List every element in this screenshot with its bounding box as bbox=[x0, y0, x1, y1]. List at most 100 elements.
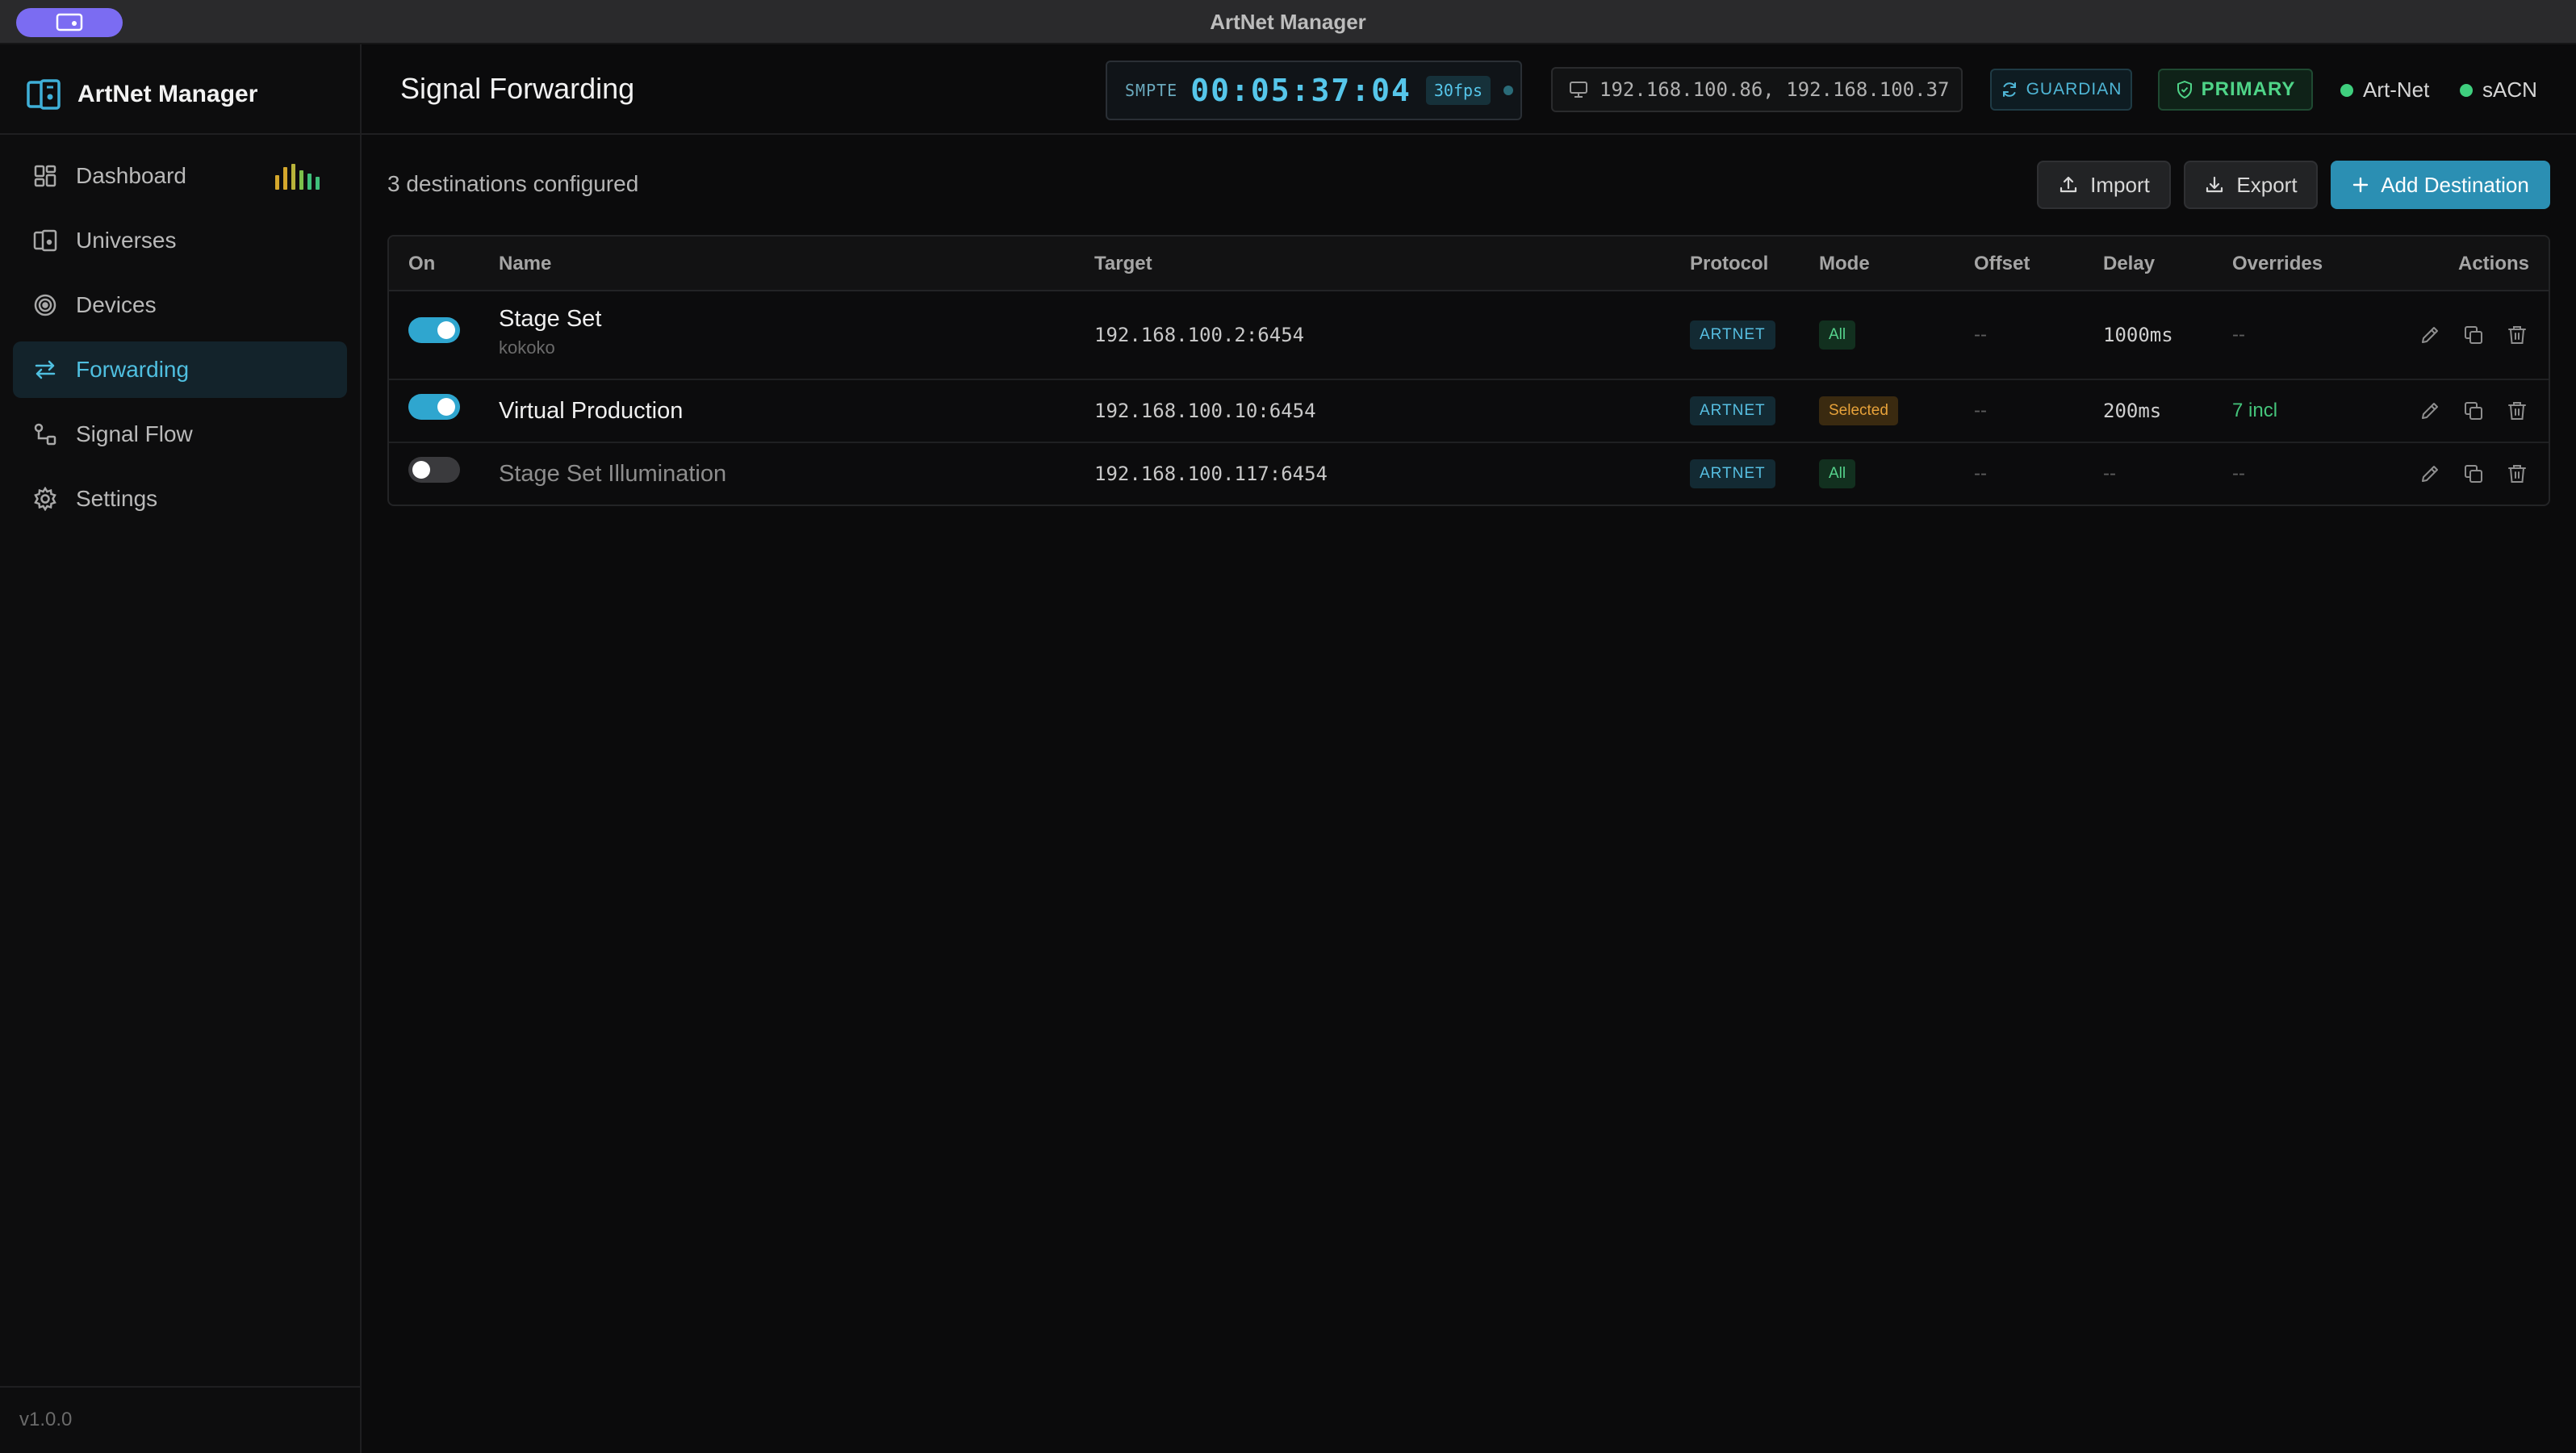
divider bbox=[0, 1386, 360, 1388]
status-dot bbox=[2340, 83, 2353, 97]
delay-value: 200ms bbox=[2103, 400, 2162, 422]
overrides-cell: -- bbox=[2232, 291, 2245, 379]
column-header-mode[interactable]: Mode bbox=[1819, 237, 1870, 291]
overrides-value: -- bbox=[2232, 463, 2245, 484]
edit-icon[interactable] bbox=[2418, 399, 2442, 423]
offset-cell: -- bbox=[1974, 443, 1987, 505]
universes-icon bbox=[32, 228, 58, 253]
guardian-label: GUARDIAN bbox=[2026, 80, 2122, 98]
table-header: On Name Target Protocol Mode Offset Dela… bbox=[389, 237, 2549, 291]
timecode-status-dot bbox=[1503, 86, 1514, 95]
page-header: Signal Forwarding SMPTE 00:05:37:04 30fp… bbox=[362, 44, 2576, 135]
sidebar-item-label: Settings bbox=[76, 486, 158, 511]
enable-toggle[interactable] bbox=[408, 394, 460, 420]
network-interfaces[interactable]: 192.168.100.86, 192.168.100.37 bbox=[1551, 67, 1963, 112]
table-row[interactable]: Stage Set Illumination 192.168.100.117:6… bbox=[389, 443, 2549, 505]
duplicate-icon[interactable] bbox=[2461, 399, 2486, 423]
offset-cell: -- bbox=[1974, 291, 1987, 379]
export-label: Export bbox=[2236, 172, 2298, 197]
column-header-target[interactable]: Target bbox=[1094, 237, 1152, 291]
delay-cell: 200ms bbox=[2103, 380, 2161, 442]
plus-icon bbox=[2353, 177, 2369, 193]
column-header-on[interactable]: On bbox=[408, 237, 435, 291]
mode-badge: All bbox=[1819, 320, 1856, 350]
primary-label: PRIMARY bbox=[2201, 78, 2296, 100]
table-row[interactable]: Virtual Production 192.168.100.10:6454 A… bbox=[389, 380, 2549, 443]
duplicate-icon[interactable] bbox=[2461, 462, 2486, 486]
column-header-name[interactable]: Name bbox=[499, 237, 551, 291]
column-header-offset[interactable]: Offset bbox=[1974, 237, 2030, 291]
guardian-badge[interactable]: GUARDIAN bbox=[1990, 69, 2132, 111]
title-bar: ArtNet Manager bbox=[0, 0, 2576, 44]
app-version: v1.0.0 bbox=[19, 1409, 73, 1430]
sidebar-item-dashboard[interactable]: Dashboard bbox=[13, 148, 347, 204]
sidebar-item-universes[interactable]: Universes bbox=[13, 212, 347, 269]
protocol-badge: ARTNET bbox=[1690, 320, 1775, 350]
protocol-badge: ARTNET bbox=[1690, 459, 1775, 488]
offset-cell: -- bbox=[1974, 380, 1987, 442]
status-label: Art-Net bbox=[2363, 77, 2430, 102]
protocol-badge: ARTNET bbox=[1690, 396, 1775, 425]
import-button[interactable]: Import bbox=[2037, 161, 2171, 209]
sidebar-item-forwarding[interactable]: Forwarding bbox=[13, 341, 347, 398]
primary-badge[interactable]: PRIMARY bbox=[2158, 69, 2313, 111]
destination-name: Stage Set Illumination bbox=[499, 460, 727, 487]
name-cell: Stage Set Illumination bbox=[499, 443, 726, 505]
destinations-count: 3 destinations configured bbox=[387, 171, 639, 196]
app-window: ArtNet Manager ArtNet Manager Dashboard … bbox=[0, 0, 2576, 1453]
target-cell: 192.168.100.10:6454 bbox=[1094, 380, 1316, 442]
delete-icon[interactable] bbox=[2505, 323, 2529, 347]
overrides-value[interactable]: 7 incl bbox=[2232, 400, 2277, 422]
offset-value: -- bbox=[1974, 463, 1987, 484]
mode-badge: All bbox=[1819, 459, 1856, 488]
window-title: ArtNet Manager bbox=[1210, 10, 1366, 34]
mode-badge: Selected bbox=[1819, 396, 1898, 425]
target-cell: 192.168.100.117:6454 bbox=[1094, 443, 1328, 505]
sidebar-item-devices[interactable]: Devices bbox=[13, 277, 347, 333]
destination-subtitle: kokoko bbox=[499, 337, 555, 358]
fps-badge: 30fps bbox=[1425, 76, 1491, 105]
delete-icon[interactable] bbox=[2505, 399, 2529, 423]
column-header-overrides[interactable]: Overrides bbox=[2232, 237, 2323, 291]
enable-toggle[interactable] bbox=[408, 317, 460, 343]
sidebar-item-settings[interactable]: Settings bbox=[13, 471, 347, 527]
artnet-status: Art-Net bbox=[2340, 77, 2429, 103]
column-header-delay[interactable]: Delay bbox=[2103, 237, 2155, 291]
table-row[interactable]: Stage Set kokoko 192.168.100.2:6454 ARTN… bbox=[389, 291, 2549, 380]
row-actions bbox=[2418, 323, 2529, 347]
offset-value: -- bbox=[1974, 324, 1987, 345]
add-destination-button[interactable]: Add Destination bbox=[2331, 161, 2550, 209]
page-title: Signal Forwarding bbox=[400, 72, 635, 105]
delete-icon[interactable] bbox=[2505, 462, 2529, 486]
name-cell: Virtual Production bbox=[499, 380, 683, 442]
timecode-value: 00:05:37:04 bbox=[1190, 73, 1411, 108]
edit-icon[interactable] bbox=[2418, 323, 2442, 347]
target-cell: 192.168.100.2:6454 bbox=[1094, 291, 1304, 379]
protocol-cell: ARTNET bbox=[1690, 291, 1775, 379]
divider bbox=[0, 133, 360, 135]
smpte-timecode-display: SMPTE 00:05:37:04 30fps bbox=[1106, 61, 1522, 120]
activity-bars-icon bbox=[275, 164, 320, 190]
monitor-icon bbox=[1570, 82, 1587, 98]
sidebar-item-label: Universes bbox=[76, 228, 177, 253]
column-header-protocol[interactable]: Protocol bbox=[1690, 237, 1768, 291]
delay-cell: 1000ms bbox=[2103, 291, 2173, 379]
destinations-table: On Name Target Protocol Mode Offset Dela… bbox=[387, 235, 2550, 506]
sync-icon bbox=[2002, 82, 2016, 97]
status-label: sACN bbox=[2482, 77, 2537, 102]
destination-name: Virtual Production bbox=[499, 397, 684, 424]
overrides-cell: -- bbox=[2232, 443, 2245, 505]
toggle-knob bbox=[437, 398, 455, 416]
sidebar-item-signal-flow[interactable]: Signal Flow bbox=[13, 406, 347, 463]
smpte-label: SMPTE bbox=[1125, 81, 1178, 100]
protocol-cell: ARTNET bbox=[1690, 380, 1775, 442]
mode-cell: All bbox=[1819, 291, 1856, 379]
dashboard-grid-icon bbox=[32, 163, 58, 189]
export-button[interactable]: Export bbox=[2184, 161, 2318, 209]
sidebar: ArtNet Manager Dashboard Universes Devic… bbox=[0, 44, 362, 1453]
duplicate-icon[interactable] bbox=[2461, 323, 2486, 347]
enable-toggle[interactable] bbox=[408, 457, 460, 483]
edit-icon[interactable] bbox=[2418, 462, 2442, 486]
delay-cell: -- bbox=[2103, 443, 2116, 505]
delay-value: 1000ms bbox=[2103, 324, 2173, 346]
